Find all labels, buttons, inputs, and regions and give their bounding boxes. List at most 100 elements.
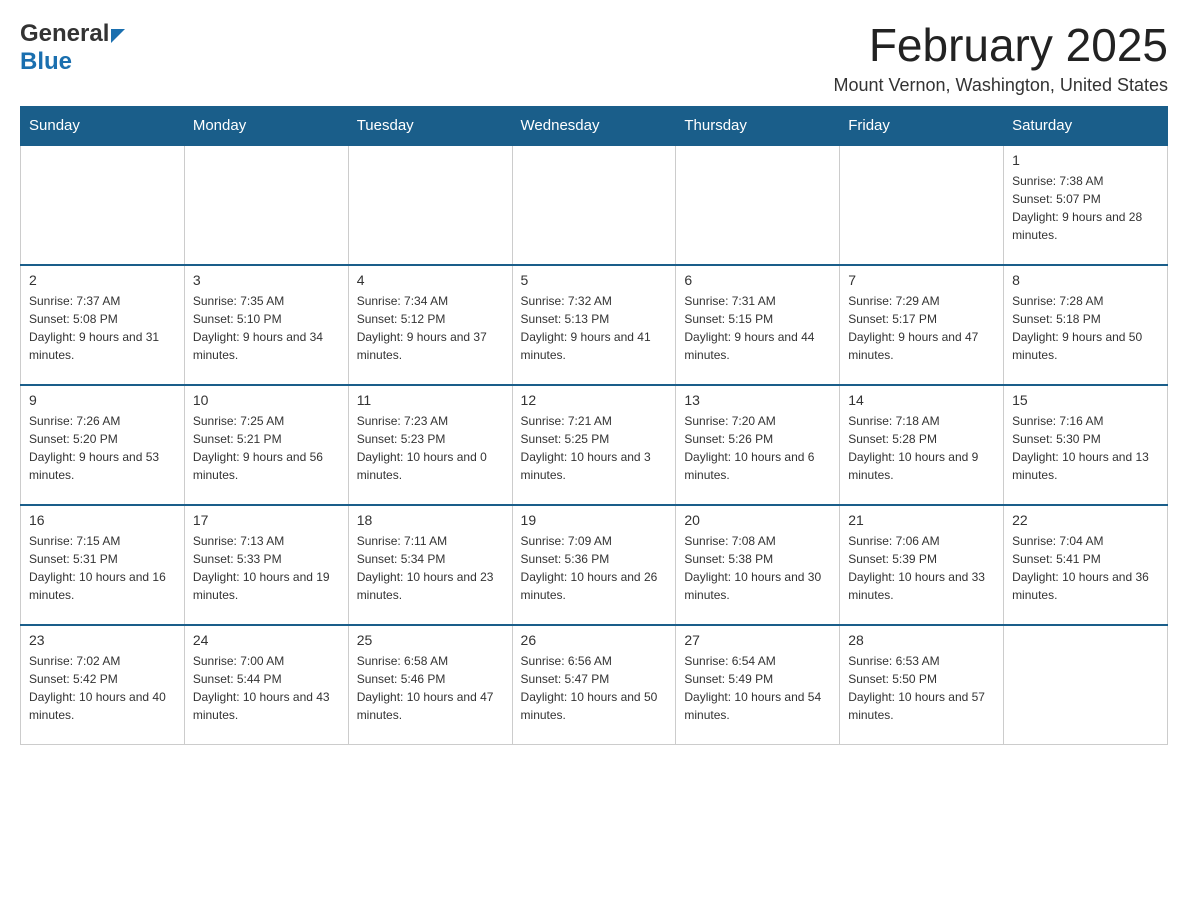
- day-info: Sunrise: 7:06 AM Sunset: 5:39 PM Dayligh…: [848, 532, 995, 604]
- logo-arrow-icon: [111, 29, 125, 43]
- day-number: 13: [684, 392, 831, 408]
- calendar-cell: 9 Sunrise: 7:26 AM Sunset: 5:20 PM Daylig…: [21, 385, 185, 505]
- day-number: 25: [357, 632, 504, 648]
- day-number: 12: [521, 392, 668, 408]
- calendar-week-5: 23Sunrise: 7:02 AM Sunset: 5:42 PM Dayli…: [21, 625, 1168, 745]
- calendar-week-3: 9 Sunrise: 7:26 AM Sunset: 5:20 PM Daylig…: [21, 385, 1168, 505]
- weekday-header-saturday: Saturday: [1004, 106, 1168, 145]
- logo-blue-text: Blue: [20, 48, 72, 75]
- day-info: Sunrise: 6:56 AM Sunset: 5:47 PM Dayligh…: [521, 652, 668, 724]
- calendar-table: SundayMondayTuesdayWednesdayThursdayFrid…: [20, 106, 1168, 746]
- day-number: 7: [848, 272, 995, 288]
- calendar-cell: 4Sunrise: 7:34 AM Sunset: 5:12 PM Daylig…: [348, 265, 512, 385]
- calendar-cell: 2Sunrise: 7:37 AM Sunset: 5:08 PM Daylig…: [21, 265, 185, 385]
- day-info: Sunrise: 7:31 AM Sunset: 5:15 PM Dayligh…: [684, 292, 831, 364]
- calendar-cell: 11 Sunrise: 7:23 AM Sunset: 5:23 PM Dayli…: [348, 385, 512, 505]
- calendar-cell: 5 Sunrise: 7:32 AM Sunset: 5:13 PM Daylig…: [512, 265, 676, 385]
- weekday-header-tuesday: Tuesday: [348, 106, 512, 145]
- calendar-cell: 6 Sunrise: 7:31 AM Sunset: 5:15 PM Daylig…: [676, 265, 840, 385]
- day-number: 17: [193, 512, 340, 528]
- day-info: Sunrise: 6:53 AM Sunset: 5:50 PM Dayligh…: [848, 652, 995, 724]
- day-info: Sunrise: 7:08 AM Sunset: 5:38 PM Dayligh…: [684, 532, 831, 604]
- day-info: Sunrise: 7:09 AM Sunset: 5:36 PM Dayligh…: [521, 532, 668, 604]
- day-number: 2: [29, 272, 176, 288]
- calendar-cell: 14 Sunrise: 7:18 AM Sunset: 5:28 PM Dayli…: [840, 385, 1004, 505]
- calendar-cell: 16 Sunrise: 7:15 AM Sunset: 5:31 PM Dayli…: [21, 505, 185, 625]
- calendar-cell: 7 Sunrise: 7:29 AM Sunset: 5:17 PM Daylig…: [840, 265, 1004, 385]
- title-block: February 2025 Mount Vernon, Washington, …: [833, 20, 1168, 96]
- weekday-header-wednesday: Wednesday: [512, 106, 676, 145]
- day-number: 6: [684, 272, 831, 288]
- day-number: 8: [1012, 272, 1159, 288]
- day-number: 28: [848, 632, 995, 648]
- calendar-week-1: 1 Sunrise: 7:38 AM Sunset: 5:07 PM Daylig…: [21, 145, 1168, 265]
- day-number: 20: [684, 512, 831, 528]
- day-info: Sunrise: 7:00 AM Sunset: 5:44 PM Dayligh…: [193, 652, 340, 724]
- day-number: 4: [357, 272, 504, 288]
- page-header: General Blue February 2025 Mount Vernon,…: [20, 20, 1168, 96]
- day-info: Sunrise: 7:26 AM Sunset: 5:20 PM Dayligh…: [29, 412, 176, 484]
- day-number: 9: [29, 392, 176, 408]
- calendar-cell: 24 Sunrise: 7:00 AM Sunset: 5:44 PM Dayli…: [184, 625, 348, 745]
- day-info: Sunrise: 7:15 AM Sunset: 5:31 PM Dayligh…: [29, 532, 176, 604]
- calendar-cell: 26 Sunrise: 6:56 AM Sunset: 5:47 PM Dayli…: [512, 625, 676, 745]
- calendar-cell: 21 Sunrise: 7:06 AM Sunset: 5:39 PM Dayli…: [840, 505, 1004, 625]
- weekday-header-thursday: Thursday: [676, 106, 840, 145]
- calendar-cell: [512, 145, 676, 265]
- day-number: 11: [357, 392, 504, 408]
- day-info: Sunrise: 6:54 AM Sunset: 5:49 PM Dayligh…: [684, 652, 831, 724]
- day-info: Sunrise: 7:29 AM Sunset: 5:17 PM Dayligh…: [848, 292, 995, 364]
- calendar-cell: 8 Sunrise: 7:28 AM Sunset: 5:18 PM Daylig…: [1004, 265, 1168, 385]
- day-info: Sunrise: 6:58 AM Sunset: 5:46 PM Dayligh…: [357, 652, 504, 724]
- calendar-cell: 22 Sunrise: 7:04 AM Sunset: 5:41 PM Dayli…: [1004, 505, 1168, 625]
- weekday-header-monday: Monday: [184, 106, 348, 145]
- calendar-cell: 25 Sunrise: 6:58 AM Sunset: 5:46 PM Dayli…: [348, 625, 512, 745]
- calendar-cell: 13 Sunrise: 7:20 AM Sunset: 5:26 PM Dayli…: [676, 385, 840, 505]
- calendar-cell: 1 Sunrise: 7:38 AM Sunset: 5:07 PM Daylig…: [1004, 145, 1168, 265]
- calendar-cell: 27 Sunrise: 6:54 AM Sunset: 5:49 PM Dayli…: [676, 625, 840, 745]
- day-number: 16: [29, 512, 176, 528]
- day-info: Sunrise: 7:04 AM Sunset: 5:41 PM Dayligh…: [1012, 532, 1159, 604]
- day-info: Sunrise: 7:21 AM Sunset: 5:25 PM Dayligh…: [521, 412, 668, 484]
- day-number: 26: [521, 632, 668, 648]
- day-number: 5: [521, 272, 668, 288]
- calendar-cell: 19 Sunrise: 7:09 AM Sunset: 5:36 PM Dayli…: [512, 505, 676, 625]
- day-number: 10: [193, 392, 340, 408]
- calendar-cell: 10 Sunrise: 7:25 AM Sunset: 5:21 PM Dayli…: [184, 385, 348, 505]
- day-number: 27: [684, 632, 831, 648]
- day-info: Sunrise: 7:20 AM Sunset: 5:26 PM Dayligh…: [684, 412, 831, 484]
- day-number: 24: [193, 632, 340, 648]
- logo-general-text: General: [20, 20, 109, 48]
- calendar-cell: [1004, 625, 1168, 745]
- day-info: Sunrise: 7:23 AM Sunset: 5:23 PM Dayligh…: [357, 412, 504, 484]
- calendar-cell: 15 Sunrise: 7:16 AM Sunset: 5:30 PM Dayli…: [1004, 385, 1168, 505]
- day-number: 21: [848, 512, 995, 528]
- day-number: 18: [357, 512, 504, 528]
- day-number: 19: [521, 512, 668, 528]
- calendar-cell: 12 Sunrise: 7:21 AM Sunset: 5:25 PM Dayli…: [512, 385, 676, 505]
- day-info: Sunrise: 7:25 AM Sunset: 5:21 PM Dayligh…: [193, 412, 340, 484]
- calendar-cell: 18 Sunrise: 7:11 AM Sunset: 5:34 PM Dayli…: [348, 505, 512, 625]
- calendar-cell: [676, 145, 840, 265]
- calendar-cell: [184, 145, 348, 265]
- day-info: Sunrise: 7:13 AM Sunset: 5:33 PM Dayligh…: [193, 532, 340, 604]
- weekday-header-sunday: Sunday: [21, 106, 185, 145]
- day-number: 23: [29, 632, 176, 648]
- day-info: Sunrise: 7:32 AM Sunset: 5:13 PM Dayligh…: [521, 292, 668, 364]
- logo: General Blue: [20, 20, 125, 76]
- day-number: 22: [1012, 512, 1159, 528]
- day-number: 1: [1012, 152, 1159, 168]
- day-info: Sunrise: 7:35 AM Sunset: 5:10 PM Dayligh…: [193, 292, 340, 364]
- day-info: Sunrise: 7:11 AM Sunset: 5:34 PM Dayligh…: [357, 532, 504, 604]
- day-number: 15: [1012, 392, 1159, 408]
- day-info: Sunrise: 7:28 AM Sunset: 5:18 PM Dayligh…: [1012, 292, 1159, 364]
- calendar-cell: [348, 145, 512, 265]
- day-number: 14: [848, 392, 995, 408]
- day-info: Sunrise: 7:18 AM Sunset: 5:28 PM Dayligh…: [848, 412, 995, 484]
- day-info: Sunrise: 7:38 AM Sunset: 5:07 PM Dayligh…: [1012, 172, 1159, 244]
- calendar-week-2: 2Sunrise: 7:37 AM Sunset: 5:08 PM Daylig…: [21, 265, 1168, 385]
- calendar-cell: 28 Sunrise: 6:53 AM Sunset: 5:50 PM Dayli…: [840, 625, 1004, 745]
- calendar-cell: [840, 145, 1004, 265]
- day-info: Sunrise: 7:16 AM Sunset: 5:30 PM Dayligh…: [1012, 412, 1159, 484]
- calendar-cell: 23Sunrise: 7:02 AM Sunset: 5:42 PM Dayli…: [21, 625, 185, 745]
